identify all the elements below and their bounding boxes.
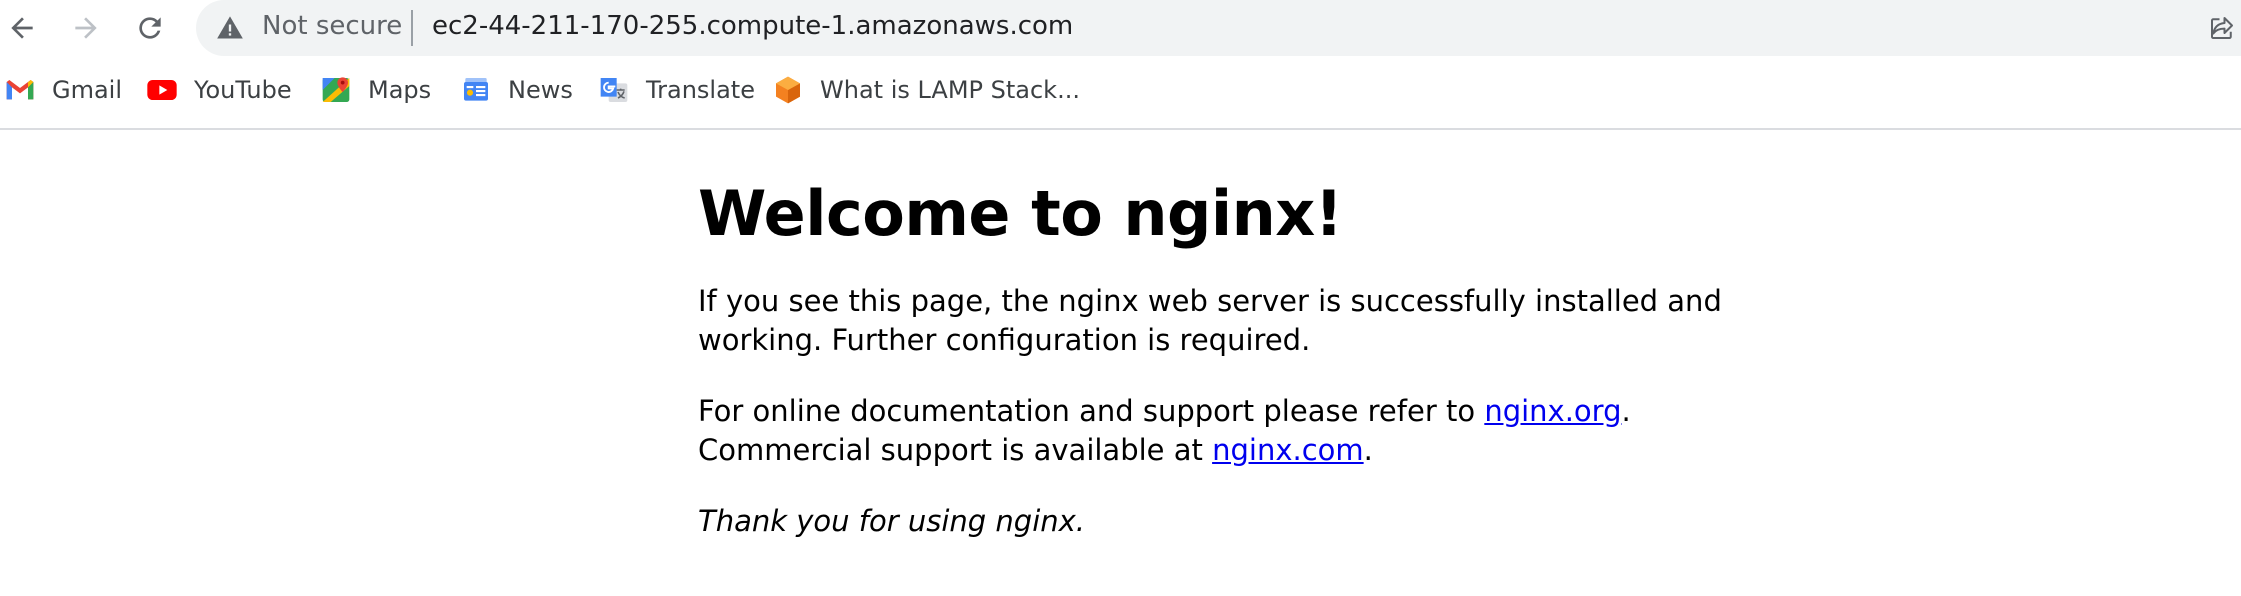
bookmark-maps[interactable]: Maps [320,68,431,112]
cube-icon [776,76,800,104]
nginx-com-link[interactable]: nginx.com [1212,433,1364,467]
gmail-icon [6,80,34,100]
back-button[interactable] [0,6,44,50]
page-title: Welcome to nginx! [698,177,1343,250]
browser-toolbar: Not secure ec2-44-211-170-255.compute-1.… [0,0,2241,56]
reload-icon [139,17,161,39]
bookmark-label: News [508,76,573,104]
bookmark-gmail[interactable]: Gmail [4,68,122,112]
bookmark-label: YouTube [194,76,292,104]
youtube-icon [147,80,177,100]
news-icon [464,78,488,101]
install-message: If you see this page, the nginx web serv… [698,284,1722,357]
nginx-org-link[interactable]: nginx.org [1484,394,1621,428]
bookmark-translate[interactable]: Translate [598,68,755,112]
arrow-left-icon [11,17,33,39]
security-label[interactable]: Not secure [262,11,402,41]
maps-icon [322,77,350,102]
share-icon[interactable] [2207,13,2237,43]
bookmark-label: Gmail [52,76,123,104]
bookmarks-bar: Gmail YouTube Maps News Translate What i… [0,62,2241,122]
support-text-after: . [1363,433,1373,467]
address-bar[interactable]: Not secure ec2-44-211-170-255.compute-1.… [196,0,2241,56]
toolbar-divider [0,128,2241,130]
bookmark-lamp-stack[interactable]: What is LAMP Stack... [772,68,1080,112]
omnibox-separator [411,10,413,46]
translate-icon [600,78,628,102]
arrow-right-icon [75,17,97,39]
page-content: Welcome to nginx! If you see this page, … [698,150,1798,541]
support-message: For online documentation and support ple… [698,392,1798,470]
warning-triangle-icon[interactable] [216,14,244,42]
forward-button[interactable] [64,6,108,50]
bookmark-label: Translate [646,76,755,104]
bookmark-label: What is LAMP Stack... [820,76,1080,104]
bookmark-youtube[interactable]: YouTube [146,68,292,112]
support-text-before: For online documentation and support ple… [698,394,1485,428]
bookmark-news[interactable]: News [460,68,573,112]
thank-you-message: Thank you for using nginx. [698,504,1086,538]
reload-button[interactable] [128,6,172,50]
url-text[interactable]: ec2-44-211-170-255.compute-1.amazonaws.c… [432,11,1073,41]
bookmark-label: Maps [368,76,432,104]
